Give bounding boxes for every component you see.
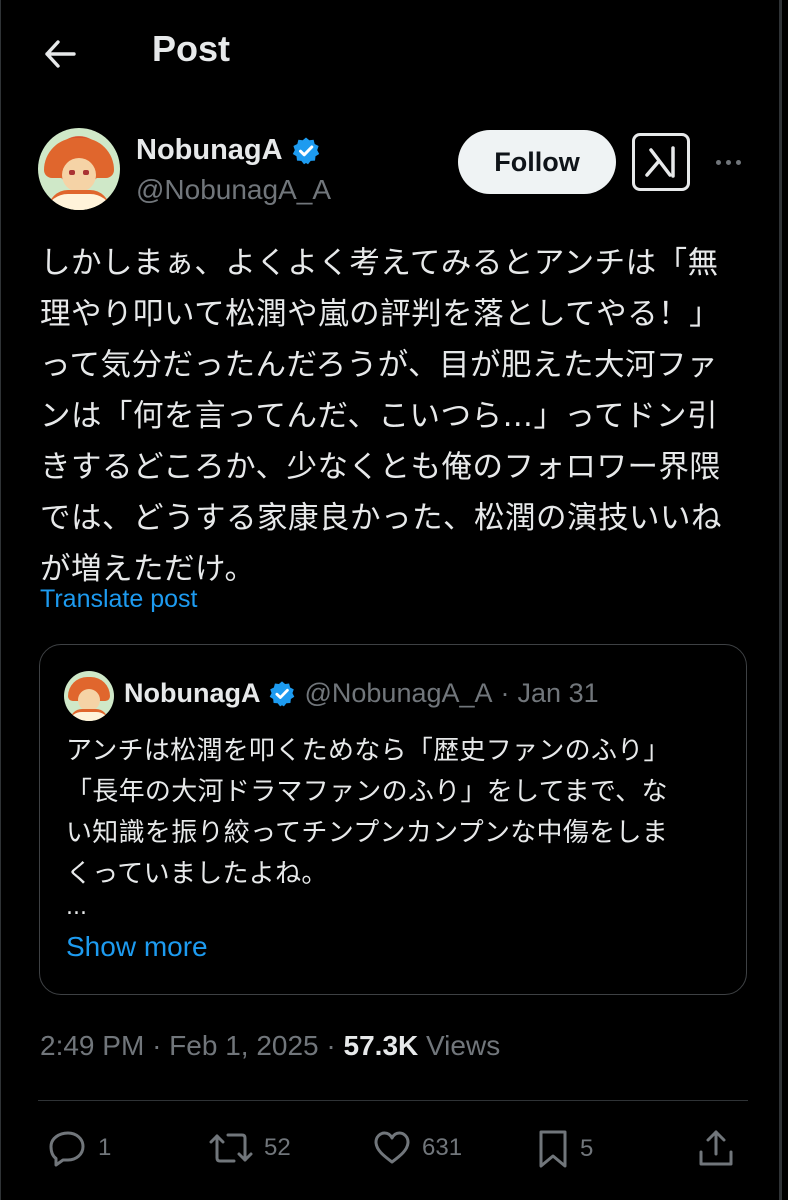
more-horizontal-icon	[715, 159, 721, 165]
quote-header: NobunagA @NobunagA_A · Jan 31	[124, 678, 599, 709]
back-button[interactable]	[38, 32, 82, 76]
views-label: Views	[426, 1030, 501, 1061]
repost-count: 52	[264, 1134, 291, 1161]
reply-button[interactable]: 1	[48, 1128, 111, 1168]
page-title: Post	[152, 28, 231, 69]
post-meta: 2:49 PM · Feb 1, 2025 · 57.3K Views	[40, 1030, 501, 1061]
reply-count: 1	[98, 1134, 112, 1161]
quoted-post[interactable]: NobunagA @NobunagA_A · Jan 31 アンチは松潤を叩くた…	[39, 644, 747, 995]
bookmark-button[interactable]: 5	[536, 1128, 593, 1170]
post-text: しかしまぁ、よくよく考えてみるとアンチは「無 理やり叩いて松潤や嵐の評判を落とし…	[40, 246, 722, 587]
top-bar: Post	[0, 0, 788, 110]
repost-icon	[209, 1133, 253, 1163]
quote-date: Jan 31	[517, 678, 599, 708]
share-icon	[699, 1130, 733, 1166]
share-button[interactable]	[696, 1128, 736, 1168]
quote-text: アンチは松潤を叩くためなら「歴史ファンのふり」 「長年の大河ドラマファンのふり」…	[66, 736, 670, 889]
arrow-left-icon	[45, 40, 76, 68]
bookmark-count: 5	[580, 1135, 594, 1162]
author-name-row[interactable]: NobunagA	[136, 134, 321, 167]
reply-icon	[49, 1131, 85, 1167]
translate-post-link[interactable]: Translate post	[40, 585, 197, 614]
verified-badge-icon	[292, 137, 319, 164]
quote-author-avatar	[64, 671, 114, 721]
views-count: 57.3K	[343, 1030, 419, 1061]
grok-button[interactable]	[632, 133, 690, 191]
like-count: 631	[422, 1134, 463, 1161]
author-name[interactable]: NobunagA	[136, 134, 283, 167]
more-options-button[interactable]	[710, 148, 746, 176]
verified-badge-icon	[270, 680, 295, 706]
post-date[interactable]: Feb 1, 2025	[169, 1030, 318, 1061]
post-time[interactable]: 2:49 PM	[40, 1030, 144, 1061]
quote-author-name: NobunagA	[124, 678, 261, 708]
like-button[interactable]: 631	[372, 1128, 462, 1168]
author-handle[interactable]: @NobunagA_A	[136, 174, 331, 206]
quote-ellipsis: ...	[66, 895, 87, 920]
quote-author-handle: @NobunagA_A	[304, 678, 493, 708]
show-more-link[interactable]: Show more	[66, 931, 208, 963]
heart-icon	[374, 1131, 410, 1164]
grok-icon	[645, 146, 675, 178]
repost-button[interactable]: 52	[208, 1128, 291, 1168]
author-avatar[interactable]	[38, 128, 120, 210]
divider	[38, 1100, 748, 1101]
follow-button[interactable]: Follow	[458, 130, 616, 194]
bookmark-icon	[539, 1130, 567, 1168]
engagement-bar: 1 52 631 5	[0, 1120, 788, 1180]
separator-dot: ·	[500, 678, 510, 708]
